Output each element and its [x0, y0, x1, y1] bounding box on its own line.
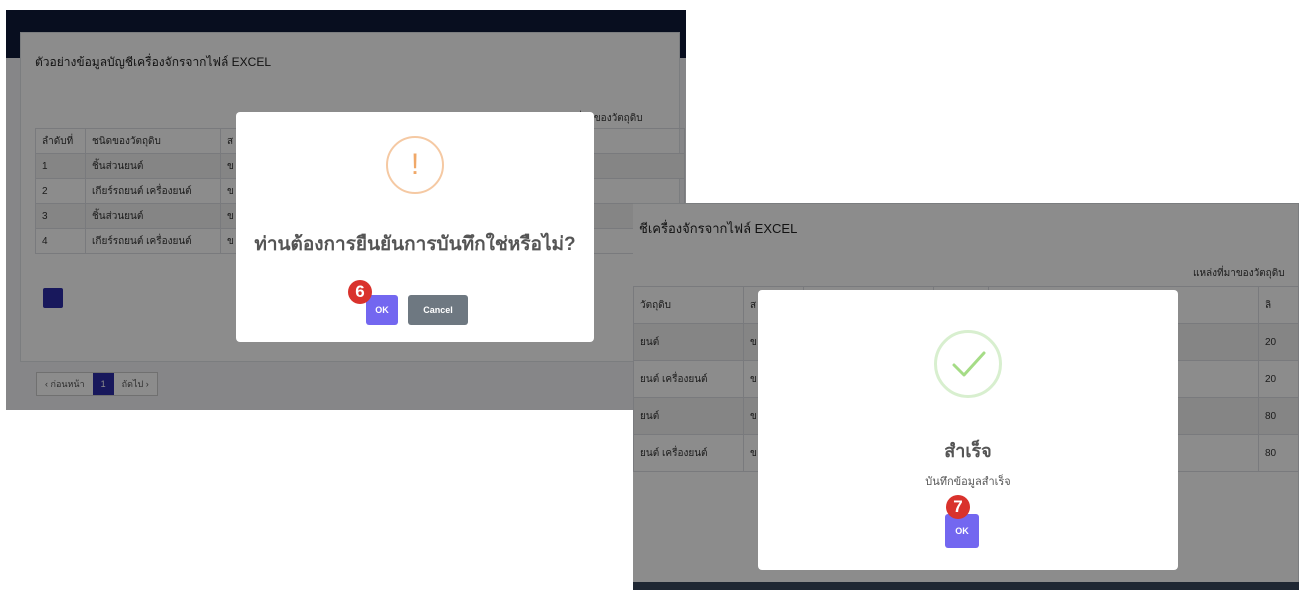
- ok-button[interactable]: OK: [366, 295, 398, 325]
- step-badge: 6: [348, 280, 372, 304]
- dialog-message: บันทึกข้อมูลสำเร็จ: [925, 476, 1011, 488]
- ok-button[interactable]: OK: [945, 514, 979, 548]
- footer-bar: [633, 582, 1299, 590]
- success-check-icon: [934, 330, 1002, 398]
- dialog-title: สำเร็จ: [944, 441, 992, 461]
- screenshot-success: ชีเครื่องจักรจากไฟล์ EXCEL แหล่งที่มาของ…: [633, 203, 1299, 590]
- cancel-button[interactable]: Cancel: [408, 295, 468, 325]
- success-dialog: สำเร็จ บันทึกข้อมูลสำเร็จ OK 7: [758, 290, 1178, 570]
- step-badge: 7: [946, 495, 970, 519]
- warning-icon: !: [386, 136, 444, 194]
- screenshot-confirm: ตัวอย่างข้อมูลบัญชีเครื่องจักรจากไฟล์ EX…: [6, 10, 686, 410]
- confirm-dialog: ! ท่านต้องการยืนยันการบันทึกใช่หรือไม่? …: [236, 112, 594, 342]
- dialog-title: ท่านต้องการยืนยันการบันทึกใช่หรือไม่?: [254, 234, 576, 255]
